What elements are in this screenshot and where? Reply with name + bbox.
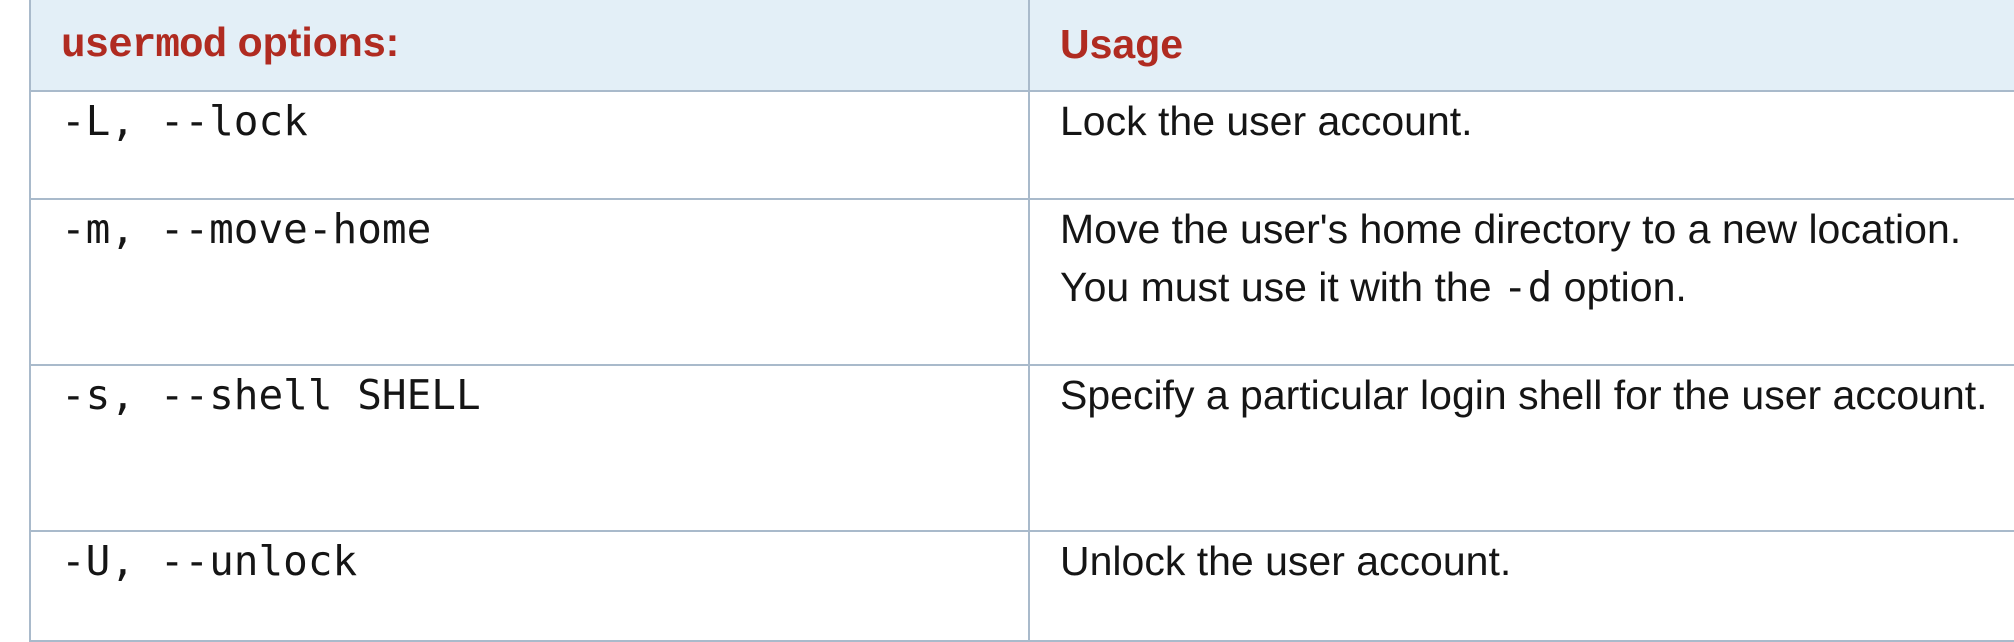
usage-cell: Specify a particular login shell for the… (1028, 364, 2014, 532)
options-header-command: usermod (61, 22, 227, 69)
usermod-options-table: usermod options: Usage -L, --lock Lock t… (29, 0, 2014, 642)
usage-inline-code: -d (1502, 263, 1553, 311)
table-row: -U, --unlock Unlock the user account. (29, 530, 2014, 642)
usage-cell: Unlock the user account. (1028, 530, 2014, 642)
options-column-header: usermod options: (29, 0, 1030, 92)
usage-header-label: Usage (1060, 20, 1184, 67)
table-row: -s, --shell SHELL Specify a particular l… (29, 364, 2014, 532)
table-header-row: usermod options: Usage (29, 0, 2014, 92)
table-row: -L, --lock Lock the user account. (29, 90, 2014, 200)
option-cell: -m, --move-home (29, 198, 1030, 366)
option-cell: -s, --shell SHELL (29, 364, 1030, 532)
usage-cell: Move the user's home directory to a new … (1028, 198, 2014, 366)
usage-column-header: Usage (1028, 0, 2014, 92)
option-cell: -U, --unlock (29, 530, 1030, 642)
usage-cell: Lock the user account. (1028, 90, 2014, 200)
usage-text-end: option. (1552, 264, 1687, 310)
options-header-suffix: options: (226, 18, 400, 65)
table-row: -m, --move-home Move the user's home dir… (29, 198, 2014, 366)
option-cell: -L, --lock (29, 90, 1030, 200)
